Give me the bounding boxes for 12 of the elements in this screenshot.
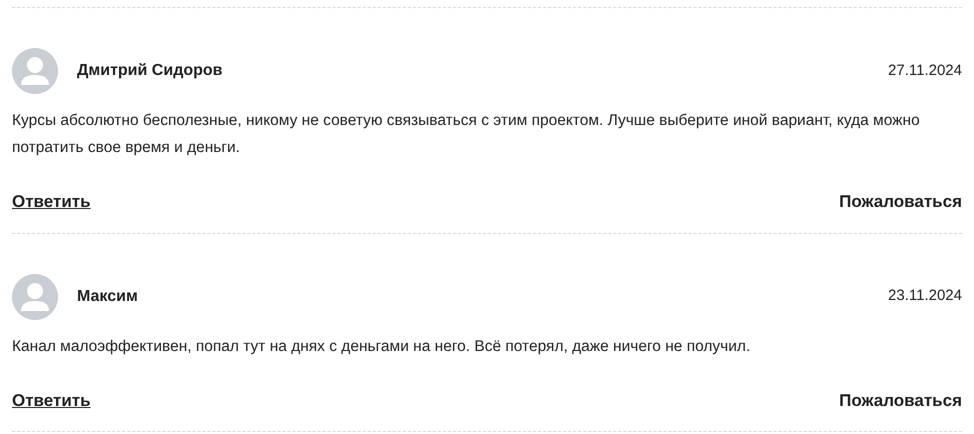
report-link[interactable]: Пожаловаться: [839, 388, 962, 413]
reply-link[interactable]: Ответить: [12, 388, 91, 413]
author-name: Максим: [77, 286, 138, 306]
comment-text: Курсы абсолютно бесполезные, никому не советую связываться с этим проектом. Лучше выберите иной вариант, куда можно потратить свое время и деньги.: [12, 111, 921, 158]
reply-link[interactable]: Ответить: [12, 189, 91, 214]
avatar-icon: [12, 48, 58, 94]
report-link[interactable]: Пожаловаться: [839, 189, 962, 214]
comment-text: Канал малоэффективен, попал тут на днях с деньгами на него. Всё потерял, даже ничего не получил.: [12, 336, 752, 356]
comment-date: 27.11.2024: [888, 60, 962, 81]
avatar-icon: [12, 274, 58, 320]
author-name: Дмитрий Сидоров: [77, 61, 222, 81]
comment-date: 23.11.2024: [888, 286, 962, 306]
